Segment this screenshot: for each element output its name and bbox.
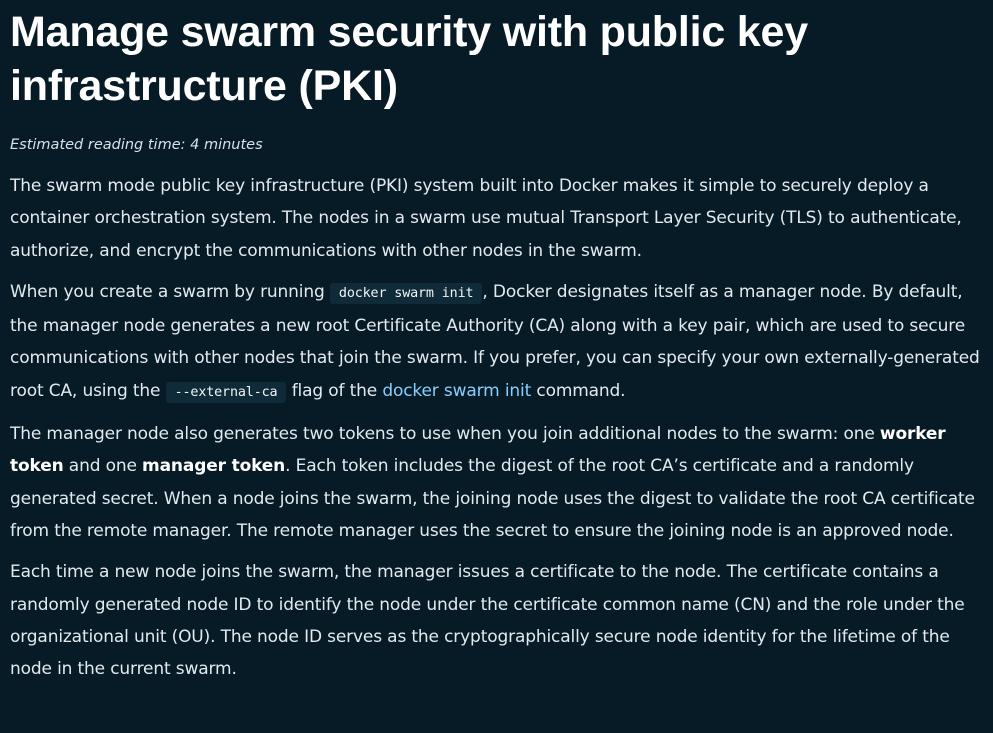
docker-swarm-init-link[interactable]: docker swarm init xyxy=(382,381,531,401)
paragraph-tokens: The manager node also generates two toke… xyxy=(10,418,993,547)
inline-code-external-ca: --external-ca xyxy=(165,381,287,403)
bold-manager-token: manager token xyxy=(142,456,286,477)
inline-code-docker-swarm-init: docker swarm init xyxy=(329,282,483,304)
paragraph-swarm-init: When you create a swarm by running docke… xyxy=(10,276,993,409)
paragraph-text: The manager node also generates two toke… xyxy=(10,424,880,445)
paragraph-intro: The swarm mode public key infrastructure… xyxy=(10,176,962,261)
paragraph-text: and one xyxy=(63,456,143,477)
paragraph-node-certificate: Each time a new node joins the swarm, th… xyxy=(10,562,965,680)
paragraph-text: command. xyxy=(531,380,626,401)
article: Manage swarm security with public key in… xyxy=(0,0,993,733)
page-title: Manage swarm security with public key in… xyxy=(10,8,808,110)
paragraph-text: When you create a swarm by running xyxy=(10,281,330,302)
paragraph-text: flag of the xyxy=(286,380,383,401)
reading-time: Estimated reading time: 4 minutes xyxy=(10,137,263,153)
